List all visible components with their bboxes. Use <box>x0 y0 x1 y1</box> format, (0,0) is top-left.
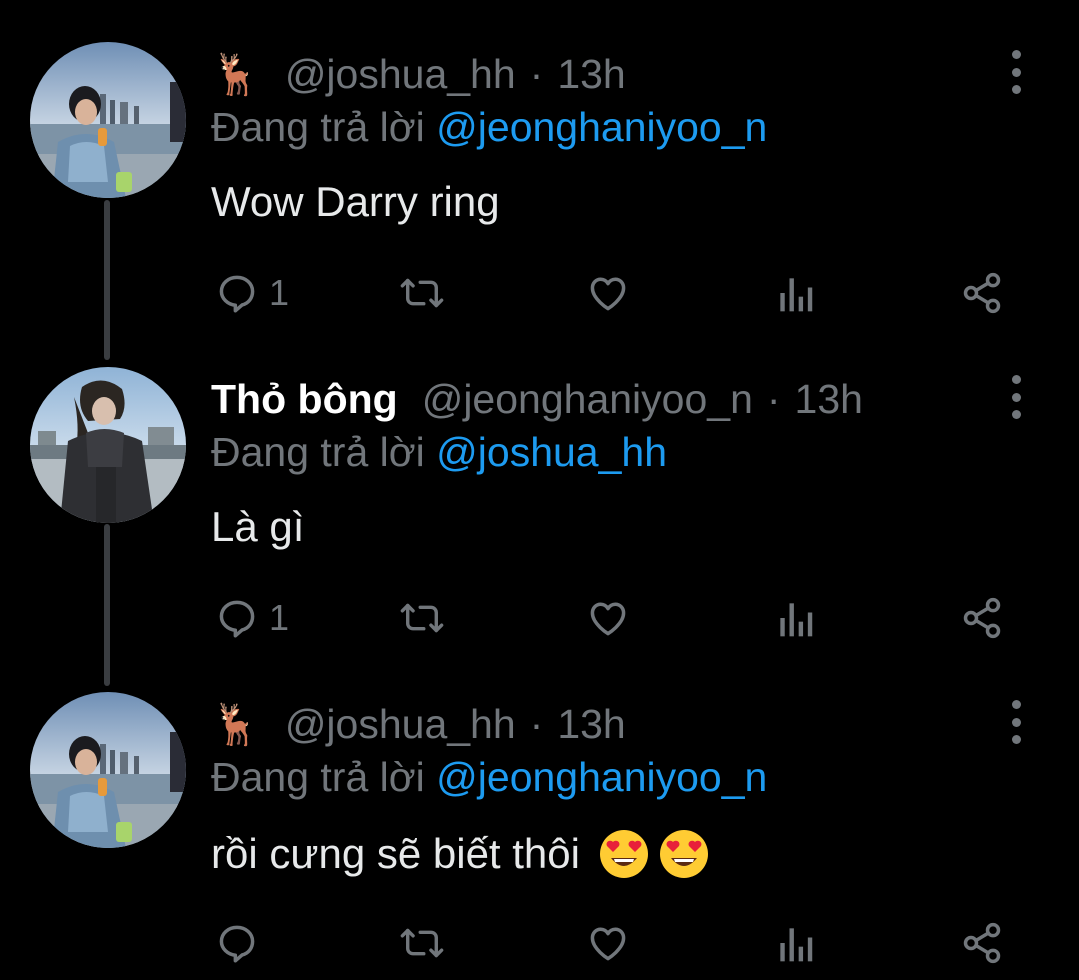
retweet-icon <box>400 278 444 308</box>
deer-emoji-icon: 🦌 <box>211 701 261 748</box>
reply-count: 1 <box>269 272 290 313</box>
more-vertical-icon <box>1011 717 1021 727</box>
replying-prefix: Đang trả lời <box>211 754 425 800</box>
mention-link[interactable]: @jeonghaniyoo_n <box>436 754 767 800</box>
views-button[interactable] <box>775 593 815 643</box>
mention-link[interactable]: @jeonghaniyoo_n <box>436 104 767 150</box>
views-button[interactable] <box>775 268 815 318</box>
avatar[interactable] <box>30 42 186 198</box>
more-vertical-icon <box>1011 85 1021 94</box>
tweet-actions <box>211 918 1011 968</box>
heart-icon <box>590 602 626 636</box>
more-vertical-icon <box>1011 50 1021 59</box>
tweet-item[interactable]: Thỏ bông @jeonghaniyoo_n · 13h Đang trả … <box>0 325 1079 650</box>
replying-to-line: Đang trả lời @jeonghaniyoo_n <box>211 754 767 801</box>
share-icon <box>963 922 1001 964</box>
reply-count: 1 <box>269 597 290 638</box>
timestamp[interactable]: 13h <box>795 376 863 423</box>
avatar[interactable] <box>30 692 186 848</box>
tweet-item[interactable]: 🦌 @joshua_hh · 13h Đang trả lời @jeongha… <box>0 0 1079 325</box>
reply-button[interactable] <box>215 918 269 968</box>
heart-icon <box>590 277 626 311</box>
more-options-button[interactable] <box>998 50 1034 94</box>
deer-emoji-icon: 🦌 <box>211 51 261 98</box>
tweet-actions: 1 <box>211 268 1011 318</box>
share-button[interactable] <box>959 593 1005 643</box>
replying-to-line: Đang trả lời @jeonghaniyoo_n <box>211 104 767 151</box>
reply-icon <box>219 275 255 313</box>
like-button[interactable] <box>585 918 631 968</box>
reply-icon <box>219 600 255 638</box>
share-button[interactable] <box>959 918 1005 968</box>
more-vertical-icon <box>1011 700 1021 709</box>
tweet-item[interactable]: 🦌 @joshua_hh · 13h Đang trả lời @jeongha… <box>0 650 1079 975</box>
tweet-actions: 1 <box>211 593 1011 643</box>
tweet-header: 🦌 @joshua_hh · 13h <box>211 698 626 750</box>
heart-eyes-emoji-icon <box>659 830 708 878</box>
more-vertical-icon <box>1011 735 1021 744</box>
more-vertical-icon <box>1011 410 1021 419</box>
avatar[interactable] <box>30 367 186 523</box>
tweet-body: rồi cưng sẽ biết thôi <box>211 830 580 877</box>
separator-dot: · <box>529 700 544 747</box>
reply-icon <box>219 925 255 963</box>
replying-prefix: Đang trả lời <box>211 429 425 475</box>
more-vertical-icon <box>1011 392 1021 402</box>
views-icon <box>780 928 813 962</box>
reply-button[interactable]: 1 <box>215 268 289 318</box>
heart-eyes-emoji-icon <box>599 830 648 878</box>
tweet-body: Wow Darry ring <box>211 178 500 225</box>
author-handle[interactable]: @joshua_hh <box>285 701 516 748</box>
retweet-icon <box>400 603 444 633</box>
heart-icon <box>590 927 626 961</box>
tweet-text: Là gì <box>211 503 304 551</box>
tweet-body: Là gì <box>211 503 305 550</box>
timestamp[interactable]: 13h <box>557 51 625 98</box>
author-handle[interactable]: @joshua_hh <box>285 51 516 98</box>
replying-prefix: Đang trả lời <box>211 104 425 150</box>
tweet-header: 🦌 @joshua_hh · 13h <box>211 48 626 100</box>
retweet-icon <box>400 928 444 958</box>
retweet-button[interactable] <box>397 593 447 643</box>
separator-dot: · <box>529 50 544 97</box>
tweet-text: rồi cưng sẽ biết thôi <box>211 828 710 880</box>
more-options-button[interactable] <box>998 375 1034 419</box>
views-button[interactable] <box>775 918 815 968</box>
more-vertical-icon <box>1011 67 1021 77</box>
reply-button[interactable]: 1 <box>215 593 289 643</box>
like-button[interactable] <box>585 593 631 643</box>
more-vertical-icon <box>1011 375 1021 384</box>
tweet-text: Wow Darry ring <box>211 178 500 226</box>
share-icon <box>963 272 1001 314</box>
share-button[interactable] <box>959 268 1005 318</box>
share-icon <box>963 597 1001 639</box>
retweet-button[interactable] <box>397 268 447 318</box>
mention-link[interactable]: @joshua_hh <box>436 429 667 475</box>
retweet-button[interactable] <box>397 918 447 968</box>
author-handle[interactable]: @jeonghaniyoo_n <box>422 376 753 423</box>
like-button[interactable] <box>585 268 631 318</box>
views-icon <box>780 603 813 637</box>
views-icon <box>780 278 813 312</box>
replying-to-line: Đang trả lời @joshua_hh <box>211 429 667 476</box>
tweet-header: Thỏ bông @jeonghaniyoo_n · 13h <box>211 373 863 425</box>
separator-dot: · <box>766 375 781 422</box>
more-options-button[interactable] <box>998 700 1034 744</box>
timestamp[interactable]: 13h <box>557 701 625 748</box>
author-display-name[interactable]: Thỏ bông <box>211 376 398 423</box>
